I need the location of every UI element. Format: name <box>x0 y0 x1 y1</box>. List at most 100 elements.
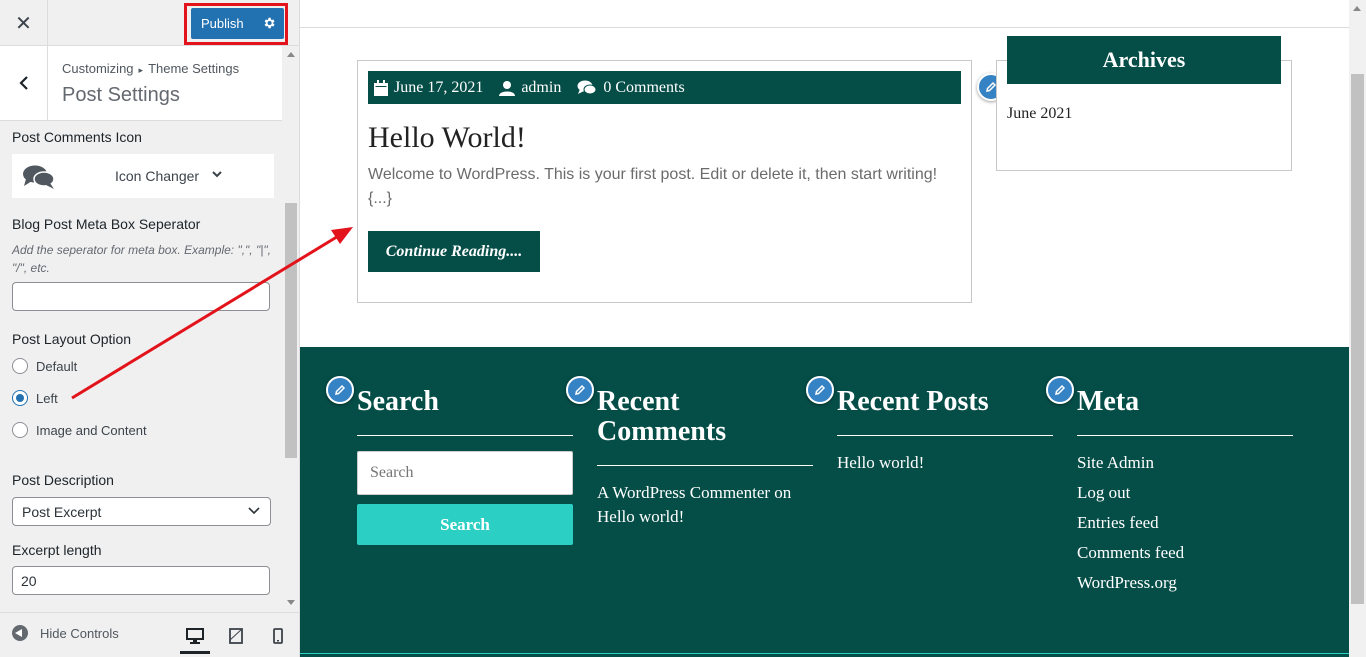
breadcrumb-parent: Customizing <box>62 61 134 76</box>
meta-separator-title: Blog Post Meta Box Seperator <box>12 216 201 232</box>
icon-changer-label: Icon Changer <box>115 168 200 184</box>
panel-header: Customizing ▸ Theme Settings Post Settings <box>0 46 282 121</box>
back-button[interactable] <box>0 46 48 120</box>
scroll-up-arrow[interactable] <box>1353 6 1361 11</box>
tablet-icon <box>229 628 243 644</box>
comments-icon <box>577 80 597 94</box>
preview-tablet-button[interactable] <box>221 621 251 651</box>
preview-scrollbar-thumb[interactable] <box>1351 74 1364 604</box>
excerpt-length-title: Excerpt length <box>12 542 102 558</box>
post-comments[interactable]: 0 Comments <box>577 78 685 97</box>
post-date[interactable]: June 17, 2021 <box>374 79 483 97</box>
meta-link-comments-feed[interactable]: Comments feed <box>1077 541 1184 565</box>
customizer-header-bar: ✕ Publish <box>0 0 299 46</box>
chevron-down-icon <box>212 171 222 178</box>
chevron-down-icon <box>248 507 260 515</box>
radio-layout-left[interactable]: Left <box>12 389 58 407</box>
post-layout-title: Post Layout Option <box>12 331 132 347</box>
pencil-icon <box>1055 384 1066 395</box>
radio-layout-image-content[interactable]: Image and Content <box>12 421 147 439</box>
panel-title: Post Settings <box>62 84 180 106</box>
archive-link-june-2021[interactable]: June 2021 <box>1007 105 1072 123</box>
recent-post-link[interactable]: Hello world! <box>837 451 924 475</box>
collapse-arrow-icon <box>12 625 28 641</box>
scroll-down-arrow[interactable] <box>287 600 295 605</box>
calendar-icon <box>374 79 388 96</box>
footer-recent-posts-title: Recent Posts <box>837 386 989 417</box>
footer-recent-comments-title: Recent Comments <box>597 386 727 447</box>
comments-icon <box>23 165 55 189</box>
radio-layout-default[interactable]: Default <box>12 357 77 375</box>
publish-label: Publish <box>201 16 244 31</box>
widget-title-rule <box>1077 435 1293 436</box>
search-button[interactable]: Search <box>357 504 573 545</box>
archives-title: Archives <box>1007 36 1281 84</box>
recent-comment-link[interactable]: A WordPress Commenter on Hello world! <box>597 481 813 529</box>
customizer-sidebar: ✕ Publish Customizing ▸ Theme Settings Pos… <box>0 0 300 657</box>
meta-link-entries-feed[interactable]: Entries feed <box>1077 511 1159 535</box>
breadcrumb-separator: ▸ <box>138 65 144 75</box>
breadcrumb: Customizing ▸ Theme Settings <box>62 61 239 76</box>
gear-icon[interactable] <box>262 16 276 30</box>
post-excerpt: Welcome to WordPress. This is your first… <box>368 166 938 207</box>
breadcrumb-section: Theme Settings <box>148 61 240 76</box>
post-description-select[interactable]: Post Excerpt <box>12 497 271 526</box>
hide-controls-label: Hide Controls <box>40 625 119 641</box>
post-author[interactable]: admin <box>499 79 561 97</box>
user-icon <box>499 80 516 96</box>
post-card: June 17, 2021 admin 0 Comments Hello Wor… <box>357 60 972 303</box>
post-comments-text: 0 Comments <box>603 78 685 96</box>
site-preview: June 17, 2021 admin 0 Comments Hello Wor… <box>300 0 1366 657</box>
meta-separator-input[interactable] <box>12 282 270 311</box>
post-description-title: Post Description <box>12 472 114 488</box>
post-title[interactable]: Hello World! <box>368 121 526 155</box>
chevron-left-icon <box>18 76 28 90</box>
widget-title-rule <box>837 435 1053 436</box>
footer-search-title: Search <box>357 386 439 417</box>
edit-shortcut-button[interactable] <box>1046 376 1074 404</box>
preview-scrollbar[interactable] <box>1349 0 1366 657</box>
meta-link-site-admin[interactable]: Site Admin <box>1077 451 1154 475</box>
close-customizer-button[interactable]: ✕ <box>0 0 48 46</box>
meta-link-wordpress-org[interactable]: WordPress.org <box>1077 571 1177 595</box>
site-footer: Search Search Recent Comments A WordPres… <box>300 347 1349 657</box>
pencil-icon <box>335 384 346 395</box>
preview-top-bar <box>300 0 1349 28</box>
icon-changer-dropdown[interactable]: Icon Changer <box>12 154 274 198</box>
post-description-selected: Post Excerpt <box>22 503 102 520</box>
post-meta-bar: June 17, 2021 admin 0 Comments <box>368 71 961 104</box>
post-author-text: admin <box>521 78 562 96</box>
radio-label: Image and Content <box>36 422 147 438</box>
meta-separator-description: Add the seperator for meta box. Example:… <box>12 243 271 275</box>
radio-label: Left <box>36 390 58 406</box>
preview-desktop-button[interactable] <box>180 621 210 654</box>
widget-title-rule <box>597 465 813 466</box>
footer-divider <box>300 653 1349 654</box>
post-comments-icon-title: Post Comments Icon <box>12 129 142 145</box>
radio-button[interactable] <box>12 358 28 374</box>
edit-shortcut-button[interactable] <box>566 376 594 404</box>
publish-button[interactable]: Publish <box>191 8 284 39</box>
sidebar-scrollbar-thumb[interactable] <box>285 203 297 458</box>
scroll-up-arrow[interactable] <box>287 52 295 57</box>
pencil-icon <box>575 384 586 395</box>
desktop-icon <box>186 628 204 644</box>
customizer-footer: Hide Controls <box>0 612 299 657</box>
edit-shortcut-button[interactable] <box>806 376 834 404</box>
widget-title-rule <box>357 435 573 436</box>
radio-button[interactable] <box>12 422 28 438</box>
pencil-icon <box>815 384 826 395</box>
footer-meta-title: Meta <box>1077 386 1140 417</box>
hide-controls-button[interactable]: Hide Controls <box>12 625 119 641</box>
search-input[interactable] <box>357 451 573 495</box>
radio-label: Default <box>36 358 78 374</box>
radio-button-checked[interactable] <box>12 390 28 406</box>
close-icon: ✕ <box>15 12 32 35</box>
post-date-text: June 17, 2021 <box>394 78 484 96</box>
meta-link-log-out[interactable]: Log out <box>1077 481 1130 505</box>
continue-reading-button[interactable]: Continue Reading.... <box>368 231 540 272</box>
excerpt-length-input[interactable] <box>12 566 270 595</box>
preview-mobile-button[interactable] <box>263 621 293 651</box>
mobile-icon <box>273 628 283 644</box>
edit-shortcut-button[interactable] <box>326 376 354 404</box>
